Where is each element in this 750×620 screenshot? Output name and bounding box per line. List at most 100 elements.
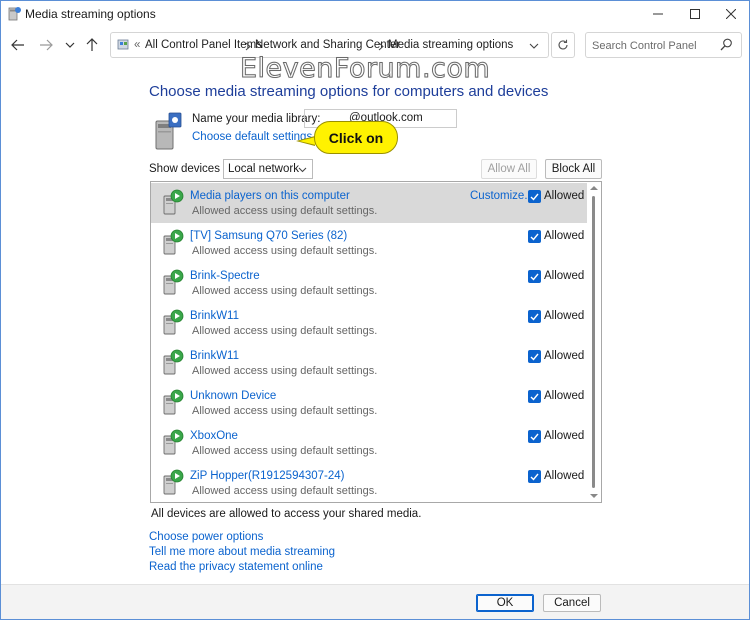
title-bar[interactable]: Media streaming options — [1, 1, 749, 26]
allowed-checkbox[interactable] — [528, 230, 541, 243]
device-access-status: Allowed access using default settings. — [192, 365, 378, 377]
minimize-icon — [652, 13, 663, 14]
media-device-icon — [163, 229, 184, 255]
window-title: Media streaming options — [25, 7, 156, 21]
minimize-button[interactable] — [639, 1, 676, 26]
allowed-label: Allowed — [544, 350, 585, 362]
allow-all-button[interactable]: Allow All — [481, 159, 537, 179]
device-access-status: Allowed access using default settings. — [192, 445, 378, 457]
forward-button[interactable] — [37, 36, 55, 54]
content-area: Choose media streaming options for compu… — [1, 63, 749, 583]
back-button[interactable] — [9, 36, 27, 54]
privacy-statement-link[interactable]: Read the privacy statement online — [149, 561, 323, 573]
allowed-label: Allowed — [544, 470, 585, 482]
sharing-status-text: All devices are allowed to access your s… — [151, 508, 422, 520]
device-name-link[interactable]: XboxOne — [190, 430, 238, 442]
library-name-label: Name your media library: — [192, 113, 321, 125]
tell-me-more-link[interactable]: Tell me more about media streaming — [149, 546, 335, 558]
page-heading: Choose media streaming options for compu… — [149, 83, 549, 100]
show-devices-value: Local network — [228, 163, 299, 175]
device-row[interactable]: BrinkW11 Allowed access using default set… — [151, 303, 587, 343]
maximize-button[interactable] — [676, 1, 713, 26]
device-name-link[interactable]: BrinkW11 — [190, 350, 239, 362]
allowed-checkbox[interactable] — [528, 390, 541, 403]
device-row[interactable]: XboxOne Allowed access using default sett… — [151, 423, 587, 463]
close-icon — [725, 8, 736, 19]
media-device-icon — [163, 389, 184, 415]
customize-link[interactable]: Customize... — [470, 190, 534, 202]
watermark: ElevenForum.com — [239, 53, 491, 85]
arrow-right-icon — [40, 39, 53, 51]
allowed-checkbox[interactable] — [528, 350, 541, 363]
allowed-label: Allowed — [544, 390, 585, 402]
checkmark-icon — [530, 433, 539, 441]
device-list-scrollbar[interactable] — [587, 182, 601, 502]
device-access-status: Allowed access using default settings. — [192, 325, 378, 337]
control-panel-icon — [117, 39, 129, 50]
allowed-label: Allowed — [544, 310, 585, 322]
block-all-button[interactable]: Block All — [545, 159, 602, 179]
checkmark-icon — [530, 273, 539, 281]
chevron-right-icon — [245, 42, 251, 51]
show-devices-dropdown[interactable]: Local network — [223, 159, 313, 179]
allowed-label: Allowed — [544, 270, 585, 282]
device-name-link[interactable]: BrinkW11 — [190, 310, 239, 322]
device-row[interactable]: [TV] Samsung Q70 Series (82) Allowed acce… — [151, 223, 587, 263]
search-placeholder: Search Control Panel — [592, 40, 697, 52]
allowed-checkbox[interactable] — [528, 270, 541, 283]
device-row[interactable]: Unknown Device Allowed access using defau… — [151, 383, 587, 423]
media-device-icon — [163, 309, 184, 335]
checkmark-icon — [530, 193, 539, 201]
device-name-link[interactable]: Media players on this computer — [190, 190, 350, 202]
device-list[interactable]: Media players on this computer Allowed ac… — [150, 181, 602, 503]
device-row[interactable]: Media players on this computer Allowed ac… — [151, 183, 587, 223]
checkmark-icon — [530, 233, 539, 241]
device-access-status: Allowed access using default settings. — [192, 485, 378, 497]
cancel-button[interactable]: Cancel — [543, 594, 601, 612]
refresh-button[interactable] — [551, 32, 575, 58]
ok-button[interactable]: OK — [476, 594, 534, 612]
device-access-status: Allowed access using default settings. — [192, 405, 378, 417]
device-row[interactable]: ZiP Hopper(R1912594307-24) Allowed access… — [151, 463, 587, 502]
media-library-icon — [155, 112, 182, 150]
allowed-label: Allowed — [544, 430, 585, 442]
breadcrumb-media-streaming-options[interactable]: Media streaming options — [388, 39, 513, 51]
media-device-icon — [163, 189, 184, 215]
up-button[interactable] — [83, 36, 101, 54]
media-device-icon — [163, 269, 184, 295]
allowed-checkbox[interactable] — [528, 190, 541, 203]
device-name-link[interactable]: ZiP Hopper(R1912594307-24) — [190, 470, 345, 482]
choose-power-options-link[interactable]: Choose power options — [149, 531, 263, 543]
annotation-callout: Click on — [314, 121, 398, 154]
checkmark-icon — [530, 473, 539, 481]
search-icon[interactable] — [720, 38, 733, 51]
recent-locations-button[interactable] — [61, 36, 79, 54]
search-box[interactable]: Search Control Panel — [585, 32, 742, 58]
refresh-icon — [558, 39, 568, 50]
scroll-down-arrow-icon[interactable] — [590, 493, 598, 499]
device-row[interactable]: BrinkW11 Allowed access using default set… — [151, 343, 587, 383]
chevron-right-icon — [378, 42, 384, 51]
media-device-icon — [163, 349, 184, 375]
maximize-icon — [689, 8, 700, 19]
allowed-checkbox[interactable] — [528, 470, 541, 483]
close-button[interactable] — [712, 1, 749, 26]
media-streaming-window: Media streaming options « All Control Pa… — [0, 0, 750, 620]
media-streaming-app-icon — [8, 7, 21, 21]
scroll-up-arrow-icon[interactable] — [590, 185, 598, 191]
allowed-checkbox[interactable] — [528, 430, 541, 443]
checkmark-icon — [530, 393, 539, 401]
device-name-link[interactable]: Brink-Spectre — [190, 270, 260, 282]
checkmark-icon — [530, 313, 539, 321]
device-name-link[interactable]: Unknown Device — [190, 390, 276, 402]
chevron-down-icon — [298, 167, 307, 173]
chevron-down-icon[interactable] — [529, 43, 539, 50]
device-access-status: Allowed access using default settings. — [192, 205, 378, 217]
scrollbar-thumb[interactable] — [592, 196, 595, 488]
device-row[interactable]: Brink-Spectre Allowed access using defaul… — [151, 263, 587, 303]
allowed-checkbox[interactable] — [528, 310, 541, 323]
device-name-link[interactable]: [TV] Samsung Q70 Series (82) — [190, 230, 347, 242]
breadcrumb-overflow[interactable]: « — [134, 39, 140, 51]
dialog-footer: OK Cancel — [1, 584, 749, 619]
checkmark-icon — [530, 353, 539, 361]
